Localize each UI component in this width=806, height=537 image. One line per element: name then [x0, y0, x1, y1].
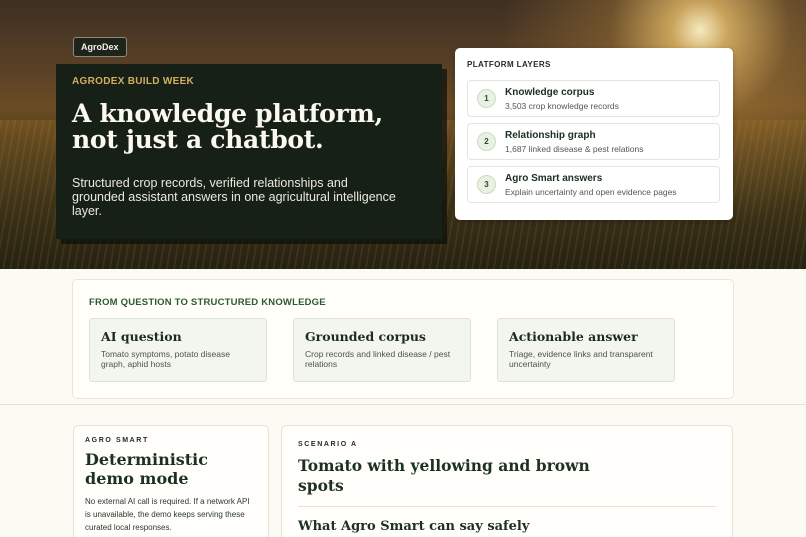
- hero-subtitle: Structured crop records, verified relati…: [72, 176, 396, 218]
- layer-title: Relationship graph: [505, 130, 596, 141]
- demo-eyebrow: AGRO SMART: [85, 437, 149, 444]
- flow-card-title: Actionable answer: [509, 329, 638, 344]
- scenario-divider: [298, 506, 716, 507]
- flow-card-title: Grounded corpus: [305, 329, 426, 344]
- question-to-knowledge-section: FROM QUESTION TO STRUCTURED KNOWLEDGE AI…: [72, 279, 734, 399]
- hero-banner: AgroDex AGRODEX BUILD WEEK A knowledge p…: [0, 0, 806, 269]
- demo-mode-card: AGRO SMART Deterministic demo mode No ex…: [73, 425, 269, 537]
- flow-card-actionable-answer: Actionable answer Triage, evidence links…: [497, 318, 675, 382]
- platform-layers-title: PLATFORM LAYERS: [467, 60, 551, 69]
- layer-subtitle: Explain uncertainty and open evidence pa…: [505, 187, 677, 197]
- layer-number-badge: 3: [477, 175, 496, 194]
- scenario-subtitle: What Agro Smart can say safely: [298, 519, 530, 534]
- hero-title-line-1: A knowledge platform,: [72, 99, 383, 128]
- layer-number-badge: 1: [477, 89, 496, 108]
- flow-card-ai-question: AI question Tomato symptoms, potato dise…: [89, 318, 267, 382]
- scenario-title: Tomato with yellowing and brown spots: [298, 456, 590, 495]
- platform-layers-panel: PLATFORM LAYERS 1 Knowledge corpus 3,503…: [455, 48, 733, 220]
- hero-title-line-2: not just a chatbot.: [72, 125, 324, 154]
- demo-title: Deterministic demo mode: [85, 450, 208, 488]
- hero-card: AGRODEX BUILD WEEK A knowledge platform,…: [56, 64, 442, 239]
- flow-card-subtitle: Tomato symptoms, potato disease graph, a…: [101, 349, 230, 369]
- flow-card-subtitle: Triage, evidence links and transparent u…: [509, 349, 653, 369]
- layer-title: Knowledge corpus: [505, 87, 595, 98]
- layer-number-badge: 2: [477, 132, 496, 151]
- layer-subtitle: 3,503 crop knowledge records: [505, 101, 619, 111]
- section-title: FROM QUESTION TO STRUCTURED KNOWLEDGE: [89, 297, 326, 308]
- layer-relationship-graph[interactable]: 2 Relationship graph 1,687 linked diseas…: [467, 123, 720, 160]
- layer-knowledge-corpus[interactable]: 1 Knowledge corpus 3,503 crop knowledge …: [467, 80, 720, 117]
- flow-card-grounded-corpus: Grounded corpus Crop records and linked …: [293, 318, 471, 382]
- scenario-eyebrow: SCENARIO A: [298, 441, 358, 448]
- layer-subtitle: 1,687 linked disease & pest relations: [505, 144, 644, 154]
- demo-description: No external AI call is required. If a ne…: [85, 497, 250, 532]
- scenario-card: SCENARIO A Tomato with yellowing and bro…: [281, 425, 733, 537]
- flow-card-subtitle: Crop records and linked disease / pest r…: [305, 349, 451, 369]
- flow-card-title: AI question: [101, 329, 182, 344]
- hero-eyebrow: AGRODEX BUILD WEEK: [72, 76, 195, 87]
- brand-logo[interactable]: AgroDex: [73, 37, 127, 57]
- hero-title: A knowledge platform, not just a chatbot…: [72, 101, 426, 153]
- layer-agro-smart-answers[interactable]: 3 Agro Smart answers Explain uncertainty…: [467, 166, 720, 203]
- layer-title: Agro Smart answers: [505, 173, 603, 184]
- section-divider: [0, 404, 806, 405]
